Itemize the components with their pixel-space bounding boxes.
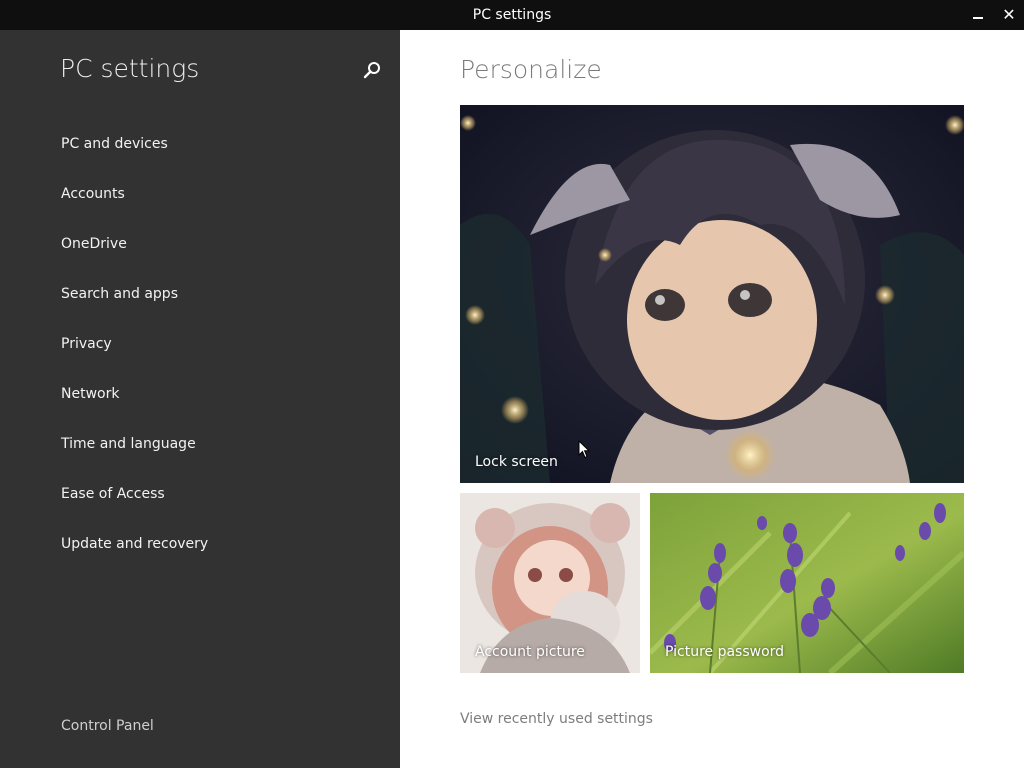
minimize-icon (973, 17, 983, 19)
sidebar: PC settings PC and devices Accounts OneD… (0, 30, 400, 768)
nav-item-search-and-apps[interactable]: Search and apps (61, 284, 208, 334)
nav-item-time-and-language[interactable]: Time and language (61, 434, 208, 484)
nav-item-onedrive[interactable]: OneDrive (61, 234, 208, 284)
account-picture-label: Account picture (475, 644, 585, 660)
nav-item-privacy[interactable]: Privacy (61, 334, 208, 384)
search-icon (363, 62, 380, 79)
window-title: PC settings (472, 7, 552, 23)
nav-item-network[interactable]: Network (61, 384, 208, 434)
nav-item-update-and-recovery[interactable]: Update and recovery (61, 534, 208, 584)
nav-item-ease-of-access[interactable]: Ease of Access (61, 484, 208, 534)
lock-screen-label: Lock screen (475, 454, 558, 470)
close-button[interactable]: ✕ (994, 0, 1024, 30)
picture-password-tile[interactable]: Picture password (650, 493, 964, 673)
nav-item-pc-and-devices[interactable]: PC and devices (61, 134, 208, 184)
window-titlebar: PC settings ✕ (0, 0, 1024, 30)
sidebar-title: PC settings (60, 54, 200, 83)
nav-item-accounts[interactable]: Accounts (61, 184, 208, 234)
minimize-button[interactable] (963, 0, 993, 30)
page-title: Personalize (460, 55, 602, 84)
search-button[interactable] (362, 60, 382, 82)
control-panel-link[interactable]: Control Panel (61, 718, 154, 734)
main-content: Personalize Lock screen Account picture … (400, 30, 1024, 768)
settings-nav: PC and devices Accounts OneDrive Search … (61, 134, 208, 584)
recent-settings-link[interactable]: View recently used settings (460, 711, 653, 727)
lock-screen-tile[interactable]: Lock screen (460, 105, 964, 483)
picture-password-label: Picture password (665, 644, 785, 660)
lock-screen-image (460, 105, 964, 483)
mouse-cursor-icon (578, 440, 590, 459)
close-icon: ✕ (1002, 5, 1016, 24)
account-picture-tile[interactable]: Account picture (460, 493, 640, 673)
